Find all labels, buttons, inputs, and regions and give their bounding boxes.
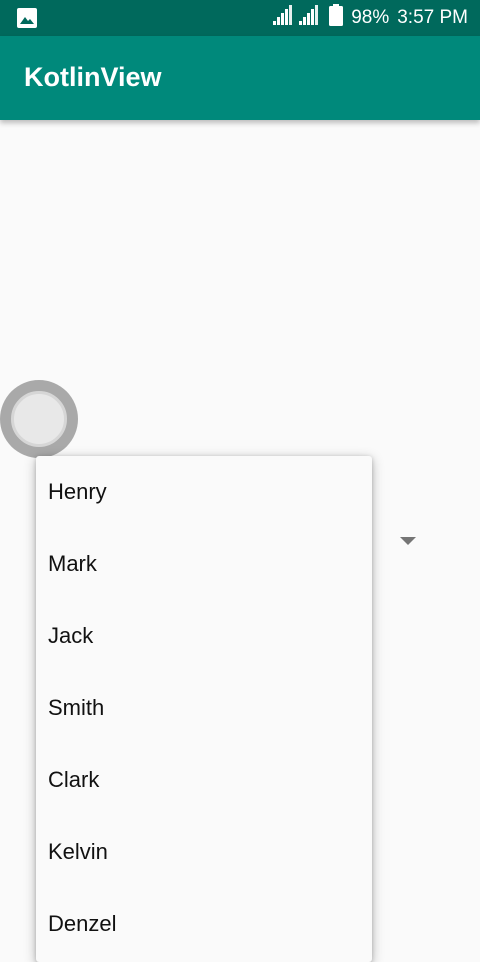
touch-ripple (0, 380, 78, 458)
battery-percent: 98% (351, 7, 390, 28)
signal-icon (273, 5, 321, 31)
dropdown-item-denzel[interactable]: Denzel (36, 888, 372, 960)
dropdown-item-henry[interactable]: Henry (36, 456, 372, 528)
dropdown-item-mark[interactable]: Mark (36, 528, 372, 600)
spinner-arrow-icon[interactable] (400, 537, 416, 545)
dropdown-item-smith[interactable]: Smith (36, 672, 372, 744)
touch-ripple-inner (11, 391, 67, 447)
dropdown-item-clark[interactable]: Clark (36, 744, 372, 816)
dropdown-item-kelvin[interactable]: Kelvin (36, 816, 372, 888)
app-bar: KotlinView (0, 36, 480, 120)
battery-icon (329, 4, 344, 32)
status-bar: 98% 3:57 PM (0, 0, 480, 36)
dropdown-item-jack[interactable]: Jack (36, 600, 372, 672)
app-title: KotlinView (24, 62, 162, 92)
clock-time: 3:57 PM (397, 7, 468, 28)
spinner-dropdown[interactable]: Henry Mark Jack Smith Clark Kelvin Denze… (36, 456, 372, 962)
image-icon (16, 7, 38, 34)
status-right: 98% 3:57 PM (273, 0, 468, 36)
